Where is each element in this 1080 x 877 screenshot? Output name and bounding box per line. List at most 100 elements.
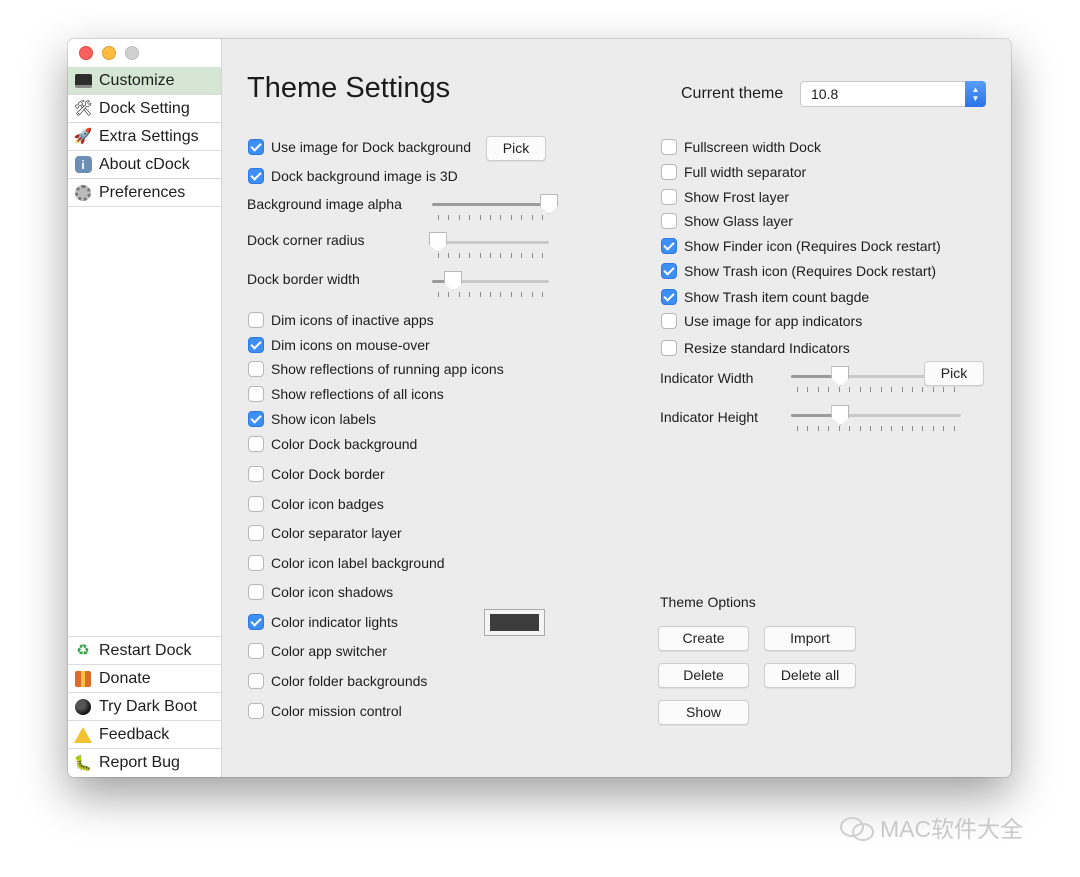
watermark: MAC软件大全 [840,810,1023,844]
zoom-button[interactable] [125,46,139,60]
option-icon-labels[interactable]: Show icon labels [248,411,376,427]
checkbox[interactable] [248,525,264,541]
checkbox[interactable] [248,703,264,719]
sidebar-item-try-dark-boot[interactable]: Try Dark Boot [68,693,221,721]
option-dim-mouseover[interactable]: Dim icons on mouse-over [248,337,430,353]
slider-tick [838,426,840,431]
option-color-dock-bg[interactable]: Color Dock background [248,436,417,452]
checkbox[interactable] [248,673,264,689]
slider-knob[interactable] [540,194,558,214]
indicator-height-slider[interactable] [791,405,961,433]
option-color-folder-bg[interactable]: Color folder backgrounds [248,673,427,689]
slider-tick [438,215,439,220]
option-glass-layer[interactable]: Show Glass layer [661,213,793,229]
sidebar-item-restart-dock[interactable]: ♻ Restart Dock [68,637,221,665]
current-theme-select[interactable]: 10.8 ▲ ▼ [800,81,986,107]
option-fullscreen-width[interactable]: Fullscreen width Dock [661,139,821,155]
pick-background-button[interactable]: Pick [486,136,546,161]
slider-knob[interactable] [831,405,850,425]
option-use-image-dock-bg[interactable]: Use image for Dock background [248,139,471,155]
close-button[interactable] [79,46,93,60]
checkbox[interactable] [248,386,264,402]
pick-indicator-button[interactable]: Pick [924,361,984,386]
indicator-color-well[interactable] [484,609,545,636]
sidebar-item-report-bug[interactable]: 🐛 Report Bug [68,749,221,777]
option-image-indicators[interactable]: Use image for app indicators [661,313,862,329]
sidebar-item-feedback[interactable]: Feedback [68,721,221,749]
checkbox[interactable] [661,313,677,329]
slider-knob[interactable] [444,271,463,291]
checkbox[interactable] [248,361,264,377]
option-resize-indicators[interactable]: Resize standard Indicators [661,340,850,356]
slider-tick [531,292,533,297]
checkbox[interactable] [248,411,264,427]
option-trash-icon[interactable]: Show Trash icon (Requires Dock restart) [661,263,936,279]
checkbox[interactable] [661,213,677,229]
checkbox[interactable] [248,643,264,659]
option-label: Show Finder icon (Requires Dock restart) [684,238,941,254]
checkbox[interactable] [248,139,264,155]
sidebar-item-preferences[interactable]: Preferences [68,179,221,207]
option-reflections-running[interactable]: Show reflections of running app icons [248,361,504,377]
option-color-icon-shadows[interactable]: Color icon shadows [248,584,393,600]
sidebar-item-label: Feedback [99,725,170,743]
checkbox[interactable] [248,614,264,630]
delete-all-themes-button[interactable]: Delete all [764,663,856,688]
sidebar-item-extra-settings[interactable]: 🚀 Extra Settings [68,123,221,151]
checkbox[interactable] [661,289,677,305]
checkbox[interactable] [248,584,264,600]
checkbox[interactable] [248,168,264,184]
background-alpha-slider[interactable] [432,194,558,222]
checkbox[interactable] [661,263,677,279]
create-theme-button[interactable]: Create [658,626,749,651]
checkbox[interactable] [661,164,677,180]
import-theme-button[interactable]: Import [764,626,856,651]
option-dim-inactive[interactable]: Dim icons of inactive apps [248,312,434,328]
sidebar-item-donate[interactable]: Donate [68,665,221,693]
checkbox[interactable] [661,340,677,356]
sidebar-item-customize[interactable]: Customize [68,67,221,95]
option-trash-count[interactable]: Show Trash item count bagde [661,289,869,305]
border-width-slider[interactable] [432,271,549,299]
delete-theme-button[interactable]: Delete [658,663,749,688]
checkbox[interactable] [661,189,677,205]
option-color-icon-badges[interactable]: Color icon badges [248,496,384,512]
option-color-separator[interactable]: Color separator layer [248,525,402,541]
option-dock-bg-3d[interactable]: Dock background image is 3D [248,168,458,184]
checkbox[interactable] [248,466,264,482]
checkbox[interactable] [248,555,264,571]
sidebar-item-label: Donate [99,669,151,687]
option-finder-icon[interactable]: Show Finder icon (Requires Dock restart) [661,238,941,254]
slider-tick [479,215,481,220]
slider-tick [870,426,872,431]
sidebar-item-dock-setting[interactable]: 🛠 Dock Setting [68,95,221,123]
checkbox[interactable] [661,238,677,254]
slider-tick [510,292,512,297]
checkbox[interactable] [661,139,677,155]
checkbox[interactable] [248,312,264,328]
option-color-dock-border[interactable]: Color Dock border [248,466,385,482]
option-full-width-separator[interactable]: Full width separator [661,164,806,180]
slider-track [432,241,549,244]
option-label: Show Frost layer [684,189,790,205]
option-color-app-switcher[interactable]: Color app switcher [248,643,387,659]
slider-knob[interactable] [428,232,447,252]
slider-tick [541,215,543,220]
slider-knob[interactable] [831,366,850,386]
slider-ticks [438,292,543,298]
option-frost-layer[interactable]: Show Frost layer [661,189,789,205]
option-color-label-bg[interactable]: Color icon label background [248,555,445,571]
checkbox[interactable] [248,436,264,452]
option-reflections-all[interactable]: Show reflections of all icons [248,386,444,402]
slider-tick [510,253,512,258]
sidebar-item-about[interactable]: i About cDock [68,151,221,179]
option-color-indicator-lights[interactable]: Color indicator lights [248,614,398,630]
checkbox[interactable] [248,337,264,353]
corner-radius-slider[interactable] [428,232,549,260]
option-color-mission-control[interactable]: Color mission control [248,703,402,719]
minimize-button[interactable] [102,46,116,60]
slider-tick [438,292,439,297]
option-label: Color Dock border [271,466,385,482]
show-theme-button[interactable]: Show [658,700,749,725]
checkbox[interactable] [248,496,264,512]
